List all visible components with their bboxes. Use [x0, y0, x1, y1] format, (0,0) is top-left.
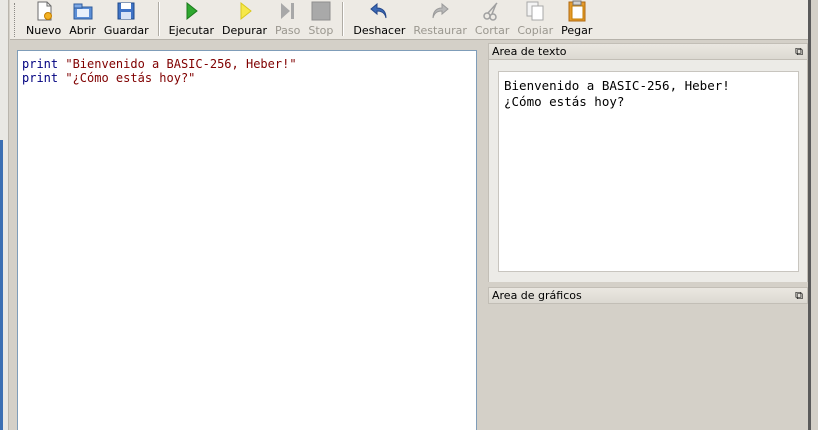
- redo-button-label: Restaurar: [413, 24, 467, 37]
- code-keyword: print: [22, 71, 59, 85]
- save-button-label: Guardar: [103, 24, 149, 37]
- open-button[interactable]: Abrir: [65, 0, 100, 38]
- text-dock-title: Area de texto: [492, 45, 567, 58]
- run-button-label: Ejecutar: [168, 24, 215, 37]
- step-icon: [277, 0, 299, 22]
- graphics-dock-title-bar[interactable]: Area de gráficos ⧉: [488, 287, 808, 304]
- text-output-line: ¿Cómo estás hoy?: [504, 94, 625, 109]
- code-line[interactable]: print "Bienvenido a BASIC-256, Heber!": [18, 57, 476, 71]
- code-string: "Bienvenido a BASIC-256, Heber!": [65, 57, 297, 71]
- new-button[interactable]: Nuevo: [22, 0, 65, 38]
- window-left-edge: [0, 0, 9, 430]
- toolbar-separator: [157, 2, 160, 36]
- window-left-accent: [0, 140, 3, 430]
- step-button[interactable]: Paso: [271, 0, 304, 38]
- paste-button[interactable]: Pegar: [557, 0, 596, 38]
- save-button[interactable]: Guardar: [100, 0, 153, 38]
- graphics-dock-title: Area de gráficos: [492, 289, 582, 302]
- paste-button-label: Pegar: [561, 24, 593, 37]
- copy-button-label: Copiar: [517, 24, 554, 37]
- new-file-icon: [33, 0, 55, 22]
- window-right-edge: [808, 0, 818, 430]
- debug-button[interactable]: Depurar: [218, 0, 271, 38]
- undo-icon: [368, 0, 390, 22]
- text-dock-title-bar[interactable]: Area de texto ⧉: [488, 43, 808, 60]
- code-line[interactable]: print "¿Cómo estás hoy?": [18, 71, 476, 85]
- cut-button[interactable]: Cortar: [471, 0, 514, 38]
- run-button[interactable]: Ejecutar: [165, 0, 218, 38]
- toolbar-grip[interactable]: [14, 3, 18, 37]
- toolbar-separator: [342, 2, 345, 36]
- stop-button[interactable]: Stop: [304, 0, 337, 38]
- undo-button-label: Deshacer: [353, 24, 406, 37]
- main-toolbar: Nuevo Abrir Guardar Ejecutar Depurar Pas…: [10, 0, 808, 40]
- text-output-area[interactable]: Bienvenido a BASIC-256, Heber! ¿Cómo est…: [498, 71, 799, 272]
- redo-button[interactable]: Restaurar: [409, 0, 470, 38]
- paste-icon: [566, 0, 588, 22]
- cut-button-label: Cortar: [474, 24, 510, 37]
- step-button-label: Paso: [275, 24, 301, 37]
- save-disk-icon: [115, 0, 137, 22]
- code-keyword: print: [22, 57, 59, 71]
- scissors-icon: [481, 0, 503, 22]
- code-editor[interactable]: print "Bienvenido a BASIC-256, Heber!" p…: [17, 50, 477, 430]
- open-button-label: Abrir: [69, 24, 96, 37]
- copy-icon: [524, 0, 546, 22]
- float-restore-icon[interactable]: ⧉: [795, 44, 803, 59]
- run-play-icon: [180, 0, 202, 22]
- redo-icon: [429, 0, 451, 22]
- copy-button[interactable]: Copiar: [513, 0, 557, 38]
- open-folder-icon: [72, 0, 94, 22]
- float-restore-icon[interactable]: ⧉: [795, 288, 803, 303]
- debug-button-label: Depurar: [222, 24, 267, 37]
- new-button-label: Nuevo: [26, 24, 62, 37]
- code-string: "¿Cómo estás hoy?": [65, 71, 196, 85]
- undo-button[interactable]: Deshacer: [349, 0, 409, 38]
- text-output-line: Bienvenido a BASIC-256, Heber!: [504, 78, 730, 93]
- window-right-shadow: [808, 0, 811, 430]
- debug-play-icon: [234, 0, 256, 22]
- stop-button-label: Stop: [308, 24, 334, 37]
- stop-icon: [310, 0, 332, 22]
